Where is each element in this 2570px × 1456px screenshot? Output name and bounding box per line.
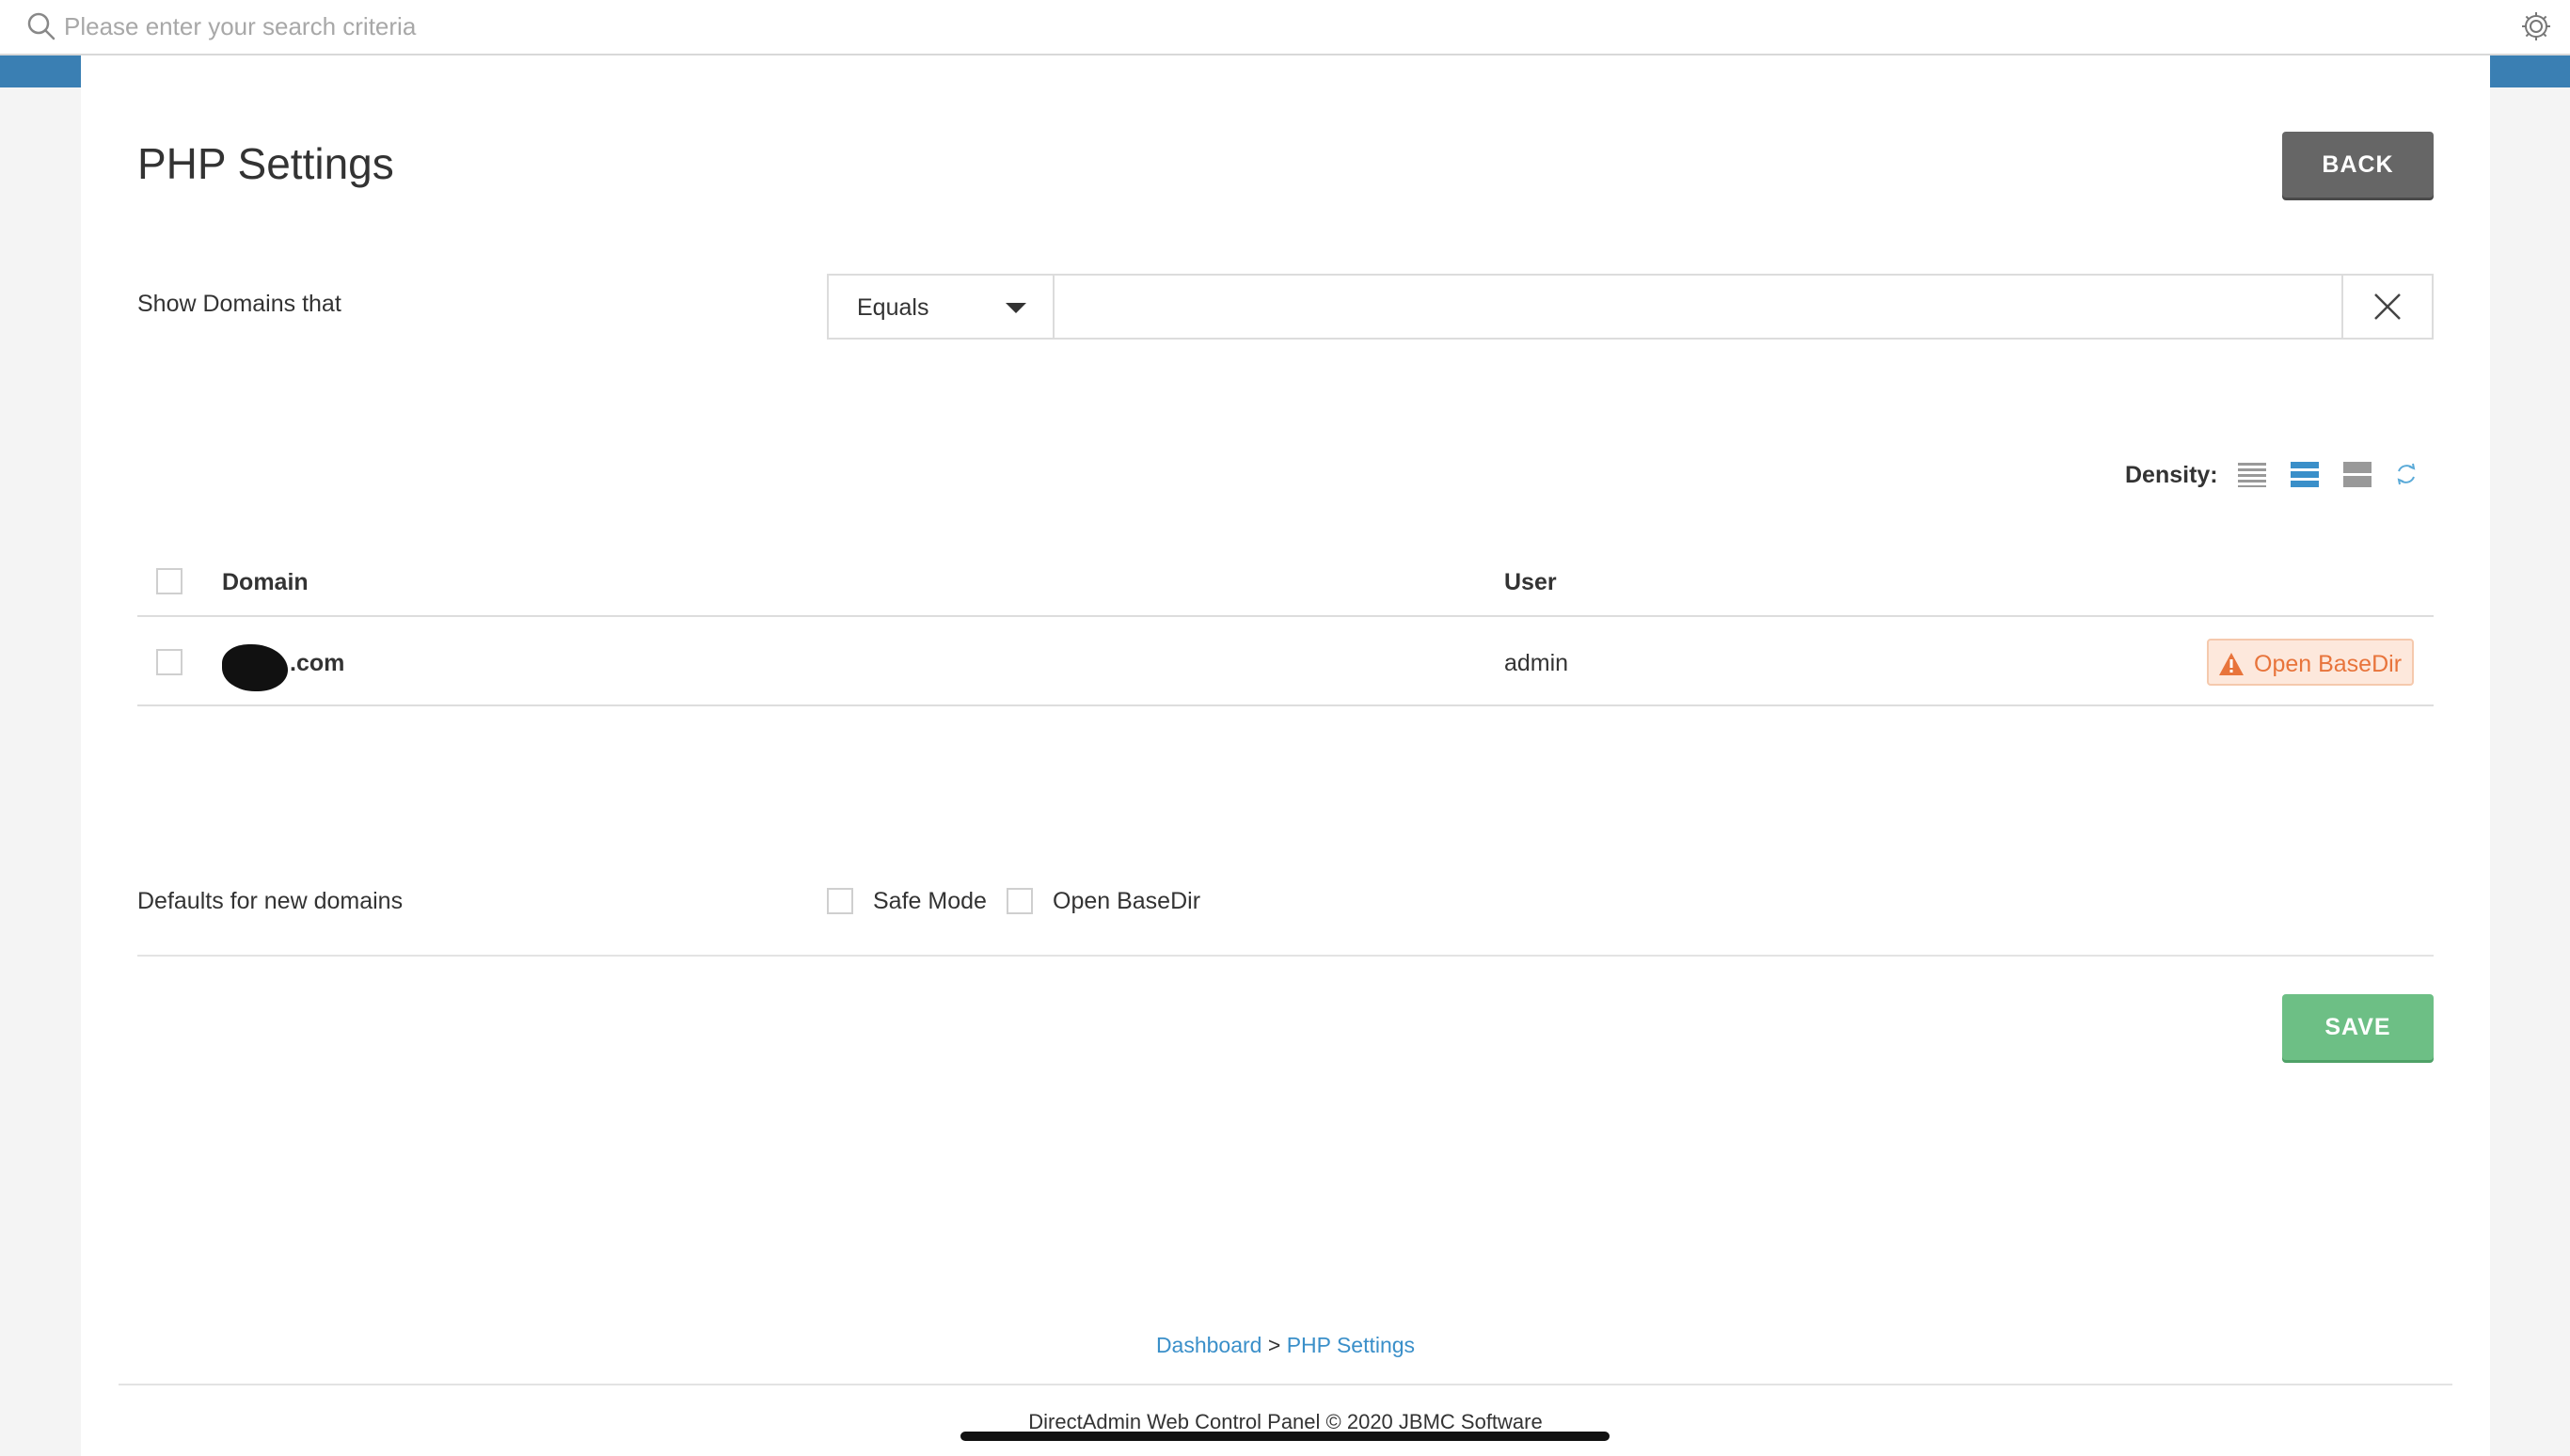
search-icon[interactable] xyxy=(24,9,58,43)
filter-label: Show Domains that xyxy=(137,291,341,317)
column-header-domain[interactable]: Domain xyxy=(222,569,309,596)
filter-operator-value: Equals xyxy=(857,294,929,321)
density-label: Density: xyxy=(2125,462,2218,488)
domain-filter: Equals xyxy=(827,274,2434,340)
density-comfortable-icon[interactable] xyxy=(2343,460,2372,488)
filter-value-input[interactable] xyxy=(1056,276,2345,338)
warning-icon xyxy=(2219,653,2244,675)
open-basedir-checkbox[interactable] xyxy=(1007,888,1033,914)
clear-filter-button[interactable] xyxy=(2341,276,2432,338)
domain-name: .com xyxy=(290,650,345,676)
gear-icon[interactable] xyxy=(2519,9,2553,43)
safe-mode-checkbox[interactable] xyxy=(827,888,853,914)
top-search-bar xyxy=(0,0,2570,55)
open-basedir-default-label[interactable]: Open BaseDir xyxy=(1053,888,1200,915)
global-search-input[interactable] xyxy=(64,8,1945,45)
defaults-label: Defaults for new domains xyxy=(137,888,404,914)
breadcrumb-separator: > xyxy=(1267,1333,1281,1357)
main-panel: PHP Settings BACK Show Domains that Equa… xyxy=(81,55,2490,1456)
safe-mode-label[interactable]: Safe Mode xyxy=(873,888,987,915)
page-title: PHP Settings xyxy=(137,139,394,188)
redacted-mark xyxy=(222,644,288,691)
open-basedir-label: Open BaseDir xyxy=(2254,651,2403,677)
footer-divider xyxy=(119,1384,2452,1385)
accent-stripe-left xyxy=(0,55,81,87)
column-header-user[interactable]: User xyxy=(1504,569,1557,596)
home-indicator xyxy=(960,1432,1610,1441)
user-cell: admin xyxy=(1504,650,1569,676)
table-header: Domain User xyxy=(137,540,2434,617)
density-normal-icon[interactable] xyxy=(2291,460,2319,488)
close-icon xyxy=(2374,293,2401,320)
row-checkbox[interactable] xyxy=(156,649,182,675)
accent-stripe-right xyxy=(2490,55,2570,87)
caret-down-icon xyxy=(1006,303,1026,313)
domain-cell[interactable]: .com xyxy=(222,644,345,691)
back-button[interactable]: BACK xyxy=(2282,132,2434,198)
open-basedir-button[interactable]: Open BaseDir xyxy=(2207,639,2414,686)
breadcrumb-dashboard-link[interactable]: Dashboard xyxy=(1156,1333,1262,1357)
save-button[interactable]: SAVE xyxy=(2282,994,2434,1060)
refresh-icon[interactable] xyxy=(2392,460,2420,488)
select-all-checkbox[interactable] xyxy=(156,568,182,594)
filter-operator-select[interactable]: Equals xyxy=(829,276,1055,338)
defaults-section: Defaults for new domains Safe Mode Open … xyxy=(137,874,2434,957)
breadcrumb-current-link[interactable]: PHP Settings xyxy=(1287,1333,1415,1357)
density-compact-icon[interactable] xyxy=(2238,460,2266,488)
breadcrumb: Dashboard > PHP Settings xyxy=(81,1333,2490,1358)
table-row: .com admin Open BaseDir xyxy=(137,619,2434,706)
